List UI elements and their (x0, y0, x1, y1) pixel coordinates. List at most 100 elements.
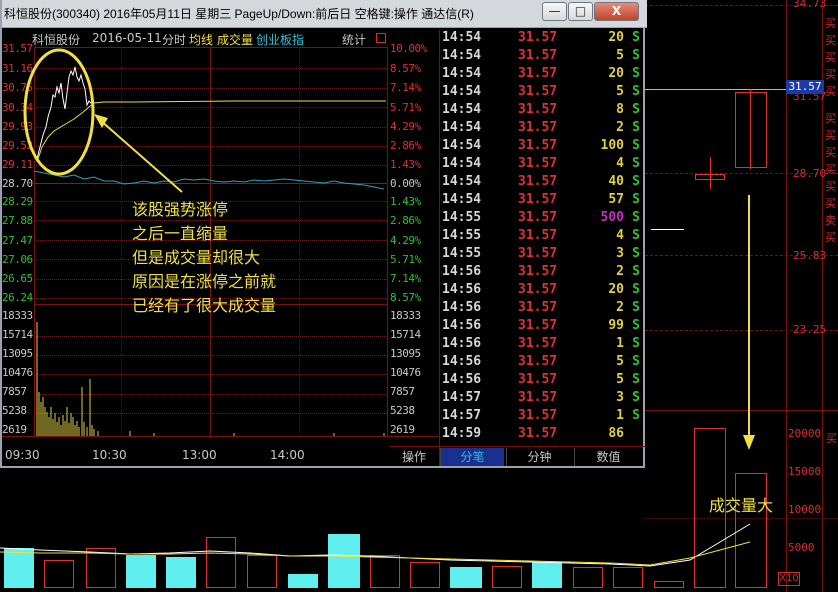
trade-volume: 2 (616, 300, 624, 315)
current-price-tag: 31.57 (786, 80, 824, 94)
close-button[interactable]: X (594, 2, 639, 21)
price-label: 27.47 (2, 234, 33, 247)
volume-axis-label: 5000 (788, 541, 815, 554)
volume-label: 15714 (390, 328, 421, 341)
trade-mark: 买 (825, 180, 836, 193)
tab-minutes[interactable]: 分钟 (506, 448, 572, 466)
volume-big-annotation: 成交量大 (709, 496, 774, 515)
percent-label: 10.00% (390, 42, 427, 55)
trade-price: 31.57 (518, 372, 558, 387)
annotation-line: 之后一直缩量 (132, 224, 229, 243)
volume-label: 18333 (390, 309, 421, 322)
trade-time: 14:55 (442, 228, 482, 243)
trade-price: 31.57 (518, 138, 558, 153)
candle-wick (710, 157, 711, 189)
trade-type: S (632, 120, 640, 135)
trade-volume: 5 (616, 48, 624, 63)
trade-type: S (632, 354, 640, 369)
trade-volume: 3 (616, 246, 624, 261)
trade-type: S (632, 264, 640, 279)
volume-legend: 成交量 (217, 33, 254, 47)
minimize-button[interactable]: — (542, 2, 567, 21)
trade-volume: 100 (600, 138, 624, 153)
trade-time: 14:54 (442, 84, 482, 99)
trade-row: 14:54 31.57 40 S (442, 174, 642, 192)
percent-label: 7.14% (390, 272, 421, 285)
trade-row: 14:54 31.57 2 S (442, 120, 642, 138)
trade-row: 14:54 31.57 8 S (442, 102, 642, 120)
volume-label: 13095 (390, 347, 421, 360)
index-legend[interactable]: 创业板指 (256, 31, 304, 48)
percent-label: 4.29% (390, 120, 421, 133)
tab-ticks[interactable]: 分笔 (440, 448, 504, 466)
trade-price: 31.57 (518, 408, 558, 423)
trade-row: 14:55 31.57 500 S (442, 210, 642, 228)
trade-type: S (632, 66, 640, 81)
trade-row: 14:56 31.57 1 S (442, 336, 642, 354)
trade-volume: 20 (608, 282, 624, 297)
tab-values[interactable]: 数值 (574, 448, 642, 466)
trade-time: 14:59 (442, 426, 482, 441)
trade-type: S (632, 84, 640, 99)
window-title: 科恒股份(300340) 2016年05月11日 星期三 PageUp/Down… (4, 7, 474, 21)
trade-volume: 2 (616, 120, 624, 135)
trade-type: S (632, 102, 640, 117)
percent-label: 2.86% (390, 214, 421, 227)
trade-mark: 买 (825, 17, 836, 30)
trade-type: S (632, 156, 640, 171)
trade-mark: 买 (825, 163, 836, 176)
trade-mark: 买 (825, 51, 836, 64)
trade-row: 14:56 31.57 2 S (442, 264, 642, 282)
price-label: 27.06 (2, 253, 33, 266)
candlestick[interactable] (695, 174, 725, 180)
trade-price: 31.57 (518, 210, 558, 225)
restore-button[interactable]: □ (568, 2, 593, 21)
percent-label: 5.71% (390, 253, 421, 266)
trade-mark: 买 (825, 68, 836, 81)
stats-button[interactable]: 统计 (342, 31, 366, 48)
trade-volume: 20 (608, 66, 624, 81)
volume-label: 7857 (390, 385, 415, 398)
volume-label: 2619 (2, 423, 27, 436)
trade-time: 14:55 (442, 210, 482, 225)
price-axis-label: 25.83 (793, 249, 827, 262)
trade-row: 14:56 31.57 5 S (442, 354, 642, 372)
trade-volume: 57 (608, 192, 624, 207)
volume-panel-label: 买 (826, 432, 837, 445)
toggle-box-icon[interactable] (376, 33, 386, 43)
trade-volume: 5 (616, 84, 624, 99)
percent-label: 7.14% (390, 81, 421, 94)
trade-volume: 5 (616, 372, 624, 387)
panel-divider (439, 30, 440, 466)
price-axis-label: 28.70 (793, 167, 827, 180)
trade-type: S (632, 174, 640, 189)
percent-label: 8.57% (390, 291, 421, 304)
volume-axis-label: 15000 (788, 465, 822, 478)
trade-time: 14:56 (442, 264, 482, 279)
candle-doji (651, 229, 684, 230)
trade-row: 14:54 31.57 5 S (442, 84, 642, 102)
trade-time: 14:56 (442, 372, 482, 387)
trade-time: 14:54 (442, 102, 482, 117)
avg-line-legend: 均线 (189, 33, 214, 47)
trade-type: S (632, 390, 640, 405)
time-tick: 13:00 (182, 448, 217, 462)
window-titlebar[interactable]: 科恒股份(300340) 2016年05月11日 星期三 PageUp/Down… (2, 0, 647, 28)
trade-list[interactable]: 14:54 31.57 20 S 14:54 31.57 5 S 14:54 31.57 20 S 14… (442, 30, 642, 446)
candlestick[interactable] (735, 92, 767, 168)
trade-price: 31.57 (518, 246, 558, 261)
volume-ma-lines (0, 523, 751, 567)
annotation-ellipse-and-arrow (23, 48, 183, 193)
volume-axis-label: 10000 (788, 503, 822, 516)
trade-price: 31.57 (518, 318, 558, 333)
trade-row: 14:54 31.57 100 S (442, 138, 642, 156)
tab-operate[interactable]: 操作 (392, 448, 436, 466)
volume-label: 10476 (2, 366, 33, 379)
trade-type: S (632, 210, 640, 225)
trade-price: 31.57 (518, 282, 558, 297)
trade-volume: 1 (616, 336, 624, 351)
trade-price: 31.57 (518, 192, 558, 207)
trade-mark: 买 (825, 146, 836, 159)
intraday-popup-window[interactable]: 科恒股份(300340) 2016年05月11日 星期三 PageUp/Down… (0, 0, 647, 468)
volume-label: 18333 (2, 309, 33, 322)
